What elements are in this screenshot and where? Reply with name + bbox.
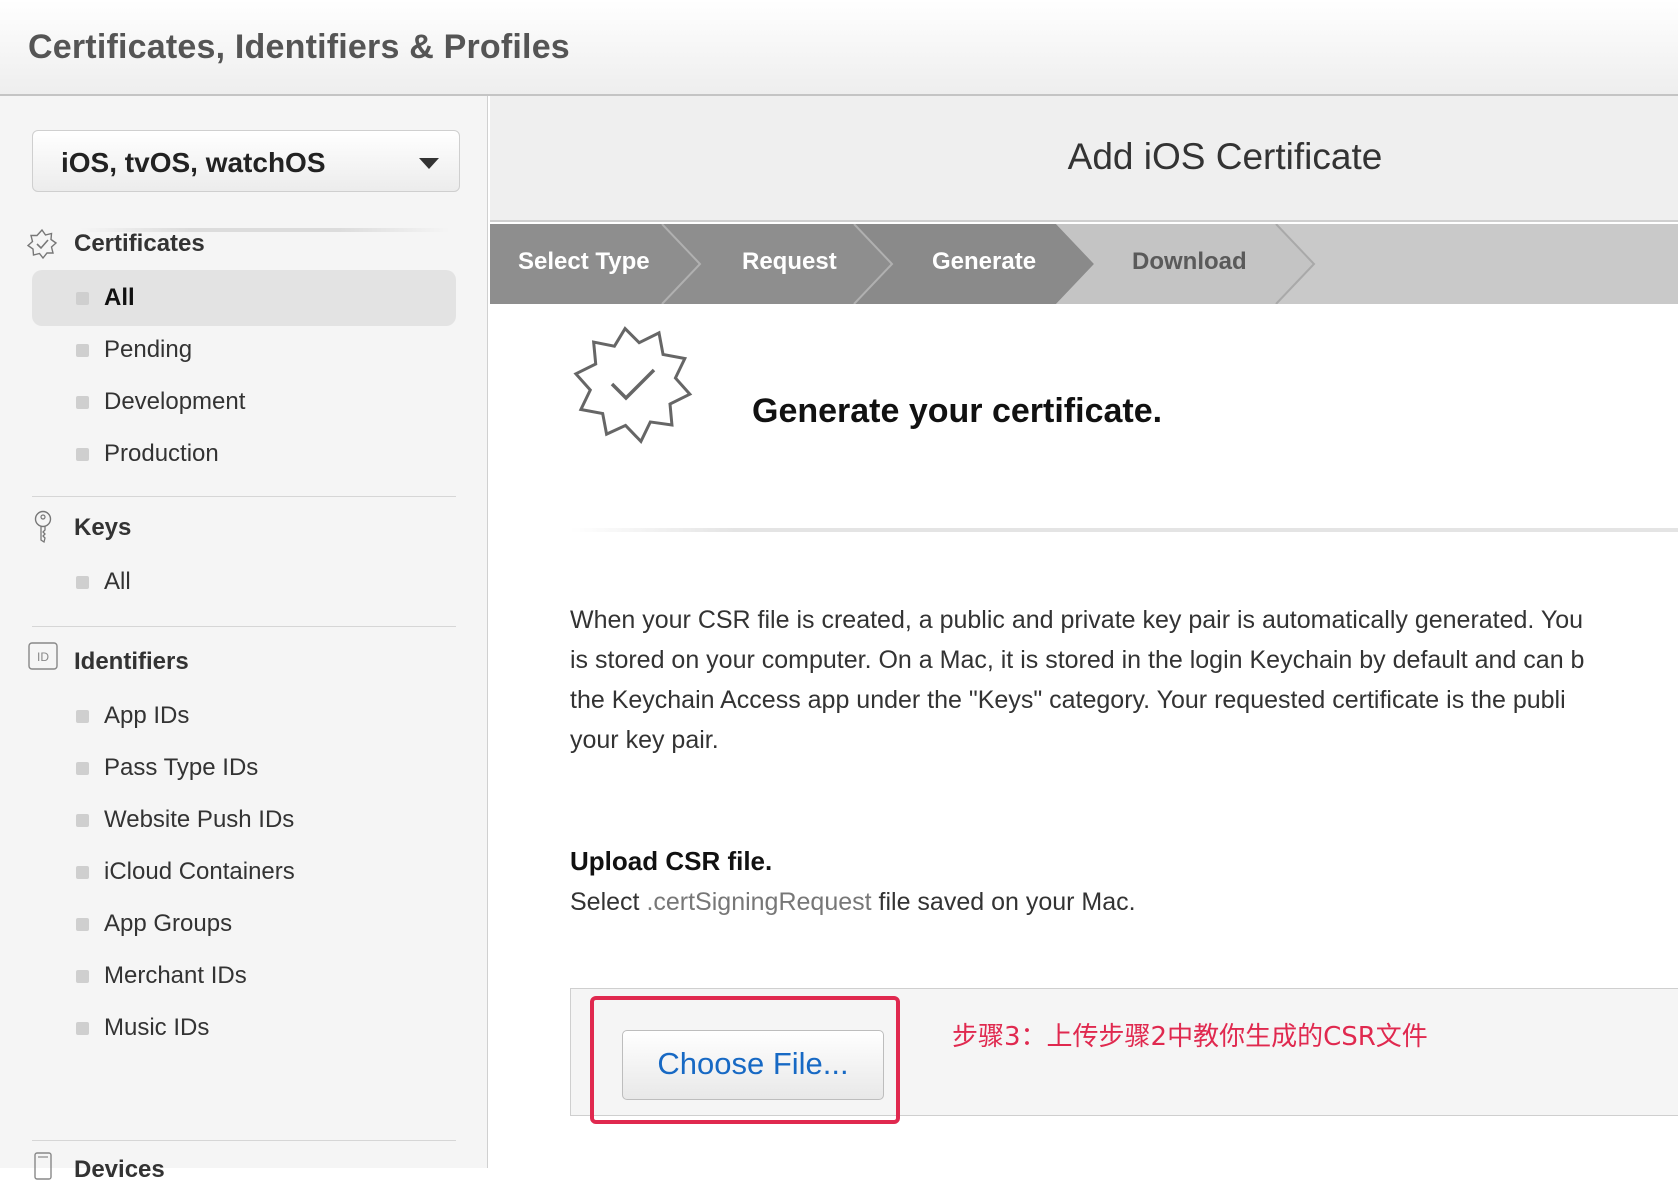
sidebar-item-music-ids[interactable]: Music IDs — [32, 1000, 456, 1056]
sidebar-item-label: App Groups — [104, 910, 233, 937]
step-select-type: Select Type — [518, 248, 650, 275]
sidebar-item-label: Website Push IDs — [104, 806, 295, 833]
sidebar-item-pass-type-ids[interactable]: Pass Type IDs — [32, 740, 456, 796]
key-icon — [34, 510, 52, 544]
description-line: When your CSR file is created, a public … — [570, 606, 1584, 634]
upload-hint-prefix: Select — [570, 888, 640, 916]
sidebar-divider — [32, 626, 456, 627]
bullet-icon — [76, 576, 89, 589]
caret-down-icon — [419, 158, 439, 169]
sidebar-item-label: App IDs — [104, 702, 190, 729]
upload-title: Upload CSR file. — [570, 846, 773, 876]
upload-hint-extension: .certSigningRequest — [646, 888, 872, 916]
sidebar-item-label: Pending — [104, 336, 193, 363]
bullet-icon — [76, 1022, 89, 1035]
description-line: your key pair. — [570, 726, 719, 754]
bullet-icon — [76, 292, 89, 305]
main-header: Add iOS Certificate — [490, 96, 1678, 222]
device-icon — [34, 1152, 52, 1180]
step-request: Request — [742, 248, 837, 275]
certificate-badge-icon — [26, 228, 58, 260]
generate-title: Generate your certificate. — [752, 392, 1163, 430]
bullet-icon — [76, 710, 89, 723]
sidebar-item-keys-all[interactable]: All — [32, 554, 456, 610]
section-certificates[interactable]: Certificates — [74, 230, 205, 258]
sidebar-item-website-push-ids[interactable]: Website Push IDs — [32, 792, 456, 848]
bullet-icon — [76, 762, 89, 775]
bullet-icon — [76, 396, 89, 409]
sidebar-item-production[interactable]: Production — [32, 426, 456, 482]
sidebar-item-certificates-all[interactable]: All — [32, 270, 456, 326]
step-download: Download — [1132, 248, 1247, 275]
sidebar-item-icloud-containers[interactable]: iCloud Containers — [32, 844, 456, 900]
id-icon: ID — [28, 642, 58, 670]
bullet-icon — [76, 866, 89, 879]
sidebar: iOS, tvOS, watchOS Certificates All Pend… — [0, 96, 488, 1183]
sidebar-item-label: All — [104, 284, 135, 311]
description-line: the Keychain Access app under the "Keys"… — [570, 686, 1566, 714]
sidebar-divider — [32, 1140, 456, 1141]
upload-hint: Select .certSigningRequest file saved on… — [570, 888, 1136, 917]
sidebar-item-label: Development — [104, 388, 246, 415]
svg-text:ID: ID — [37, 650, 49, 664]
step-progress-bar: Select Type Request Generate Download — [490, 224, 1678, 304]
section-devices[interactable]: Devices — [74, 1156, 165, 1184]
bullet-icon — [76, 970, 89, 983]
upload-hint-suffix: file saved on your Mac. — [878, 888, 1136, 916]
step-generate: Generate — [932, 248, 1037, 275]
section-identifiers[interactable]: Identifiers — [74, 648, 189, 676]
bullet-icon — [76, 918, 89, 931]
top-header: Certificates, Identifiers & Profiles — [0, 0, 1678, 96]
annotation-highlight-box — [590, 996, 900, 1124]
bullet-icon — [76, 448, 89, 461]
certificate-check-icon — [573, 326, 693, 445]
sidebar-item-label: Merchant IDs — [104, 962, 247, 989]
sidebar-item-label: Production — [104, 440, 219, 467]
csr-description: When your CSR file is created, a public … — [570, 600, 1678, 760]
sidebar-item-label: Music IDs — [104, 1014, 210, 1041]
sidebar-item-app-ids[interactable]: App IDs — [32, 688, 456, 744]
step-progress-graphic — [490, 224, 1678, 304]
annotation-text: 步骤3：上传步骤2中教你生成的CSR文件 — [952, 1022, 1428, 1052]
section-keys[interactable]: Keys — [74, 514, 131, 542]
platform-select-value: iOS, tvOS, watchOS — [61, 147, 326, 178]
main-title: Add iOS Certificate — [1067, 136, 1383, 177]
sidebar-item-merchant-ids[interactable]: Merchant IDs — [32, 948, 456, 1004]
sidebar-item-pending[interactable]: Pending — [32, 322, 456, 378]
content-divider — [570, 528, 1678, 532]
bullet-icon — [76, 344, 89, 357]
sidebar-item-label: All — [104, 568, 131, 595]
sidebar-divider — [32, 496, 456, 497]
sidebar-item-label: iCloud Containers — [104, 858, 295, 885]
page-header-title: Certificates, Identifiers & Profiles — [28, 28, 570, 66]
bullet-icon — [76, 814, 89, 827]
sidebar-item-app-groups[interactable]: App Groups — [32, 896, 456, 952]
description-line: is stored on your computer. On a Mac, it… — [570, 646, 1585, 674]
sidebar-item-label: Pass Type IDs — [104, 754, 259, 781]
main-content: Add iOS Certificate Select Type Request … — [490, 96, 1678, 1168]
platform-select[interactable]: iOS, tvOS, watchOS — [32, 130, 460, 192]
sidebar-item-development[interactable]: Development — [32, 374, 456, 430]
